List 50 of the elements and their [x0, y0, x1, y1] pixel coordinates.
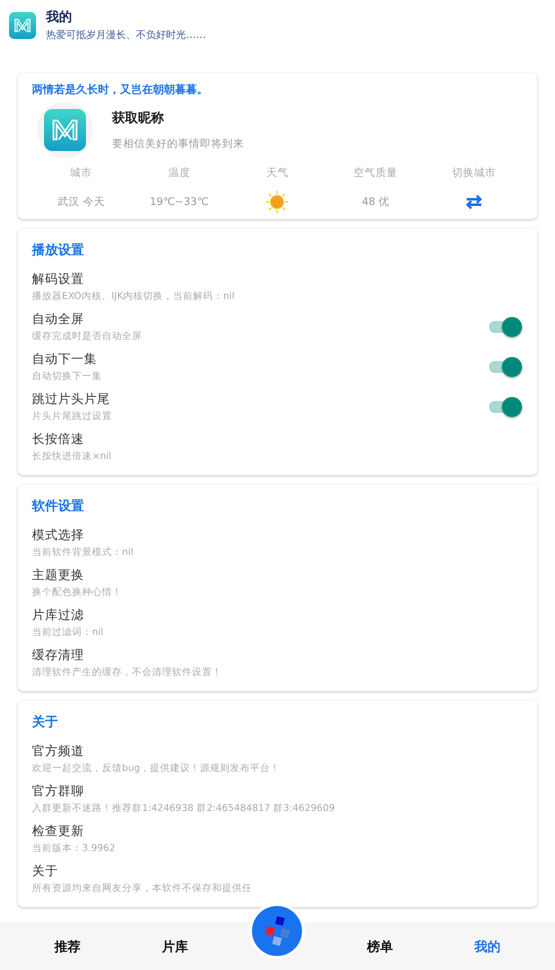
setting-title[interactable]: 官方频道	[32, 743, 280, 760]
setting-description: 当前过滤词：nil	[32, 626, 104, 639]
motto-text: 要相信美好的事情即将到来	[112, 137, 244, 151]
weather-label: 空气质量	[354, 166, 398, 180]
section-title: 关于	[32, 714, 59, 731]
weather-label: 城市	[70, 166, 92, 180]
weather-label: 切换城市	[452, 166, 496, 180]
app-logo-icon	[9, 12, 36, 38]
sun-icon	[265, 190, 290, 214]
weather-value: 48 优	[362, 195, 390, 210]
section-title: 播放设置	[32, 242, 85, 259]
quote-text: 两情若是久长时，又岂在朝朝暮暮。	[32, 82, 209, 97]
setting-description: 播放器EXO内核、IJK内核切换，当前解码：nil	[32, 290, 235, 303]
setting-description: 自动切换下一集	[32, 370, 102, 383]
setting-title[interactable]: 缓存清理	[32, 647, 222, 664]
setting-description: 缓存完成时是否自动全屏	[32, 330, 142, 343]
nav-tab[interactable]: 榜单	[350, 938, 410, 956]
setting-title[interactable]: 解码设置	[32, 271, 235, 288]
setting-description: 当前软件背景模式：nil	[32, 546, 134, 559]
setting-title[interactable]: 跳过片头片尾	[32, 391, 112, 408]
setting-title[interactable]: 官方群聊	[32, 783, 335, 800]
setting-description: 片头片尾跳过设置	[32, 410, 112, 423]
setting-description: 当前版本：3.9962	[32, 842, 116, 855]
setting-description: 欢迎一起交流，反馈bug，提供建议！源规则发布平台！	[32, 762, 280, 775]
nav-tab[interactable]: 片库	[145, 938, 206, 956]
setting-title[interactable]: 长按倍速	[32, 431, 112, 448]
nav-tab[interactable]: 推荐	[38, 938, 98, 956]
setting-title[interactable]: 关于	[32, 863, 252, 880]
setting-description: 所有资源均来自网友分享，本软件不保存和提供任	[32, 882, 252, 895]
nickname-link[interactable]: 获取昵称	[112, 109, 244, 127]
weather-label: 天气	[266, 166, 288, 180]
cubes-icon	[263, 915, 292, 947]
setting-description: 长按快进倍速×nil	[32, 450, 112, 463]
setting-description: 换个配色换种心情！	[32, 586, 122, 599]
section-title: 软件设置	[32, 498, 85, 515]
setting-title[interactable]: 模式选择	[32, 527, 134, 544]
weather-value: 武汉 今天	[57, 195, 105, 210]
setting-description: 清理软件产生的缓存，不会清理软件设置！	[32, 666, 222, 679]
nav-tab[interactable]: 我的	[457, 938, 518, 956]
setting-title[interactable]: 自动下一集	[32, 351, 102, 368]
setting-title[interactable]: 自动全屏	[32, 311, 142, 328]
weather-label: 温度	[168, 166, 190, 180]
setting-title[interactable]: 片库过滤	[32, 607, 104, 624]
setting-title[interactable]: 主题更换	[32, 567, 122, 584]
page-subtitle: 热爱可抵岁月漫长、不负好时光……	[46, 28, 206, 42]
setting-description: 入群更新不迷路！推荐群1:4246938 群2:465484817 群3:4629609	[32, 802, 335, 815]
center-button[interactable]	[252, 906, 302, 956]
weather-value: 19℃~33℃	[150, 195, 209, 210]
page-title: 我的	[46, 9, 73, 26]
setting-title[interactable]: 检查更新	[32, 823, 116, 840]
